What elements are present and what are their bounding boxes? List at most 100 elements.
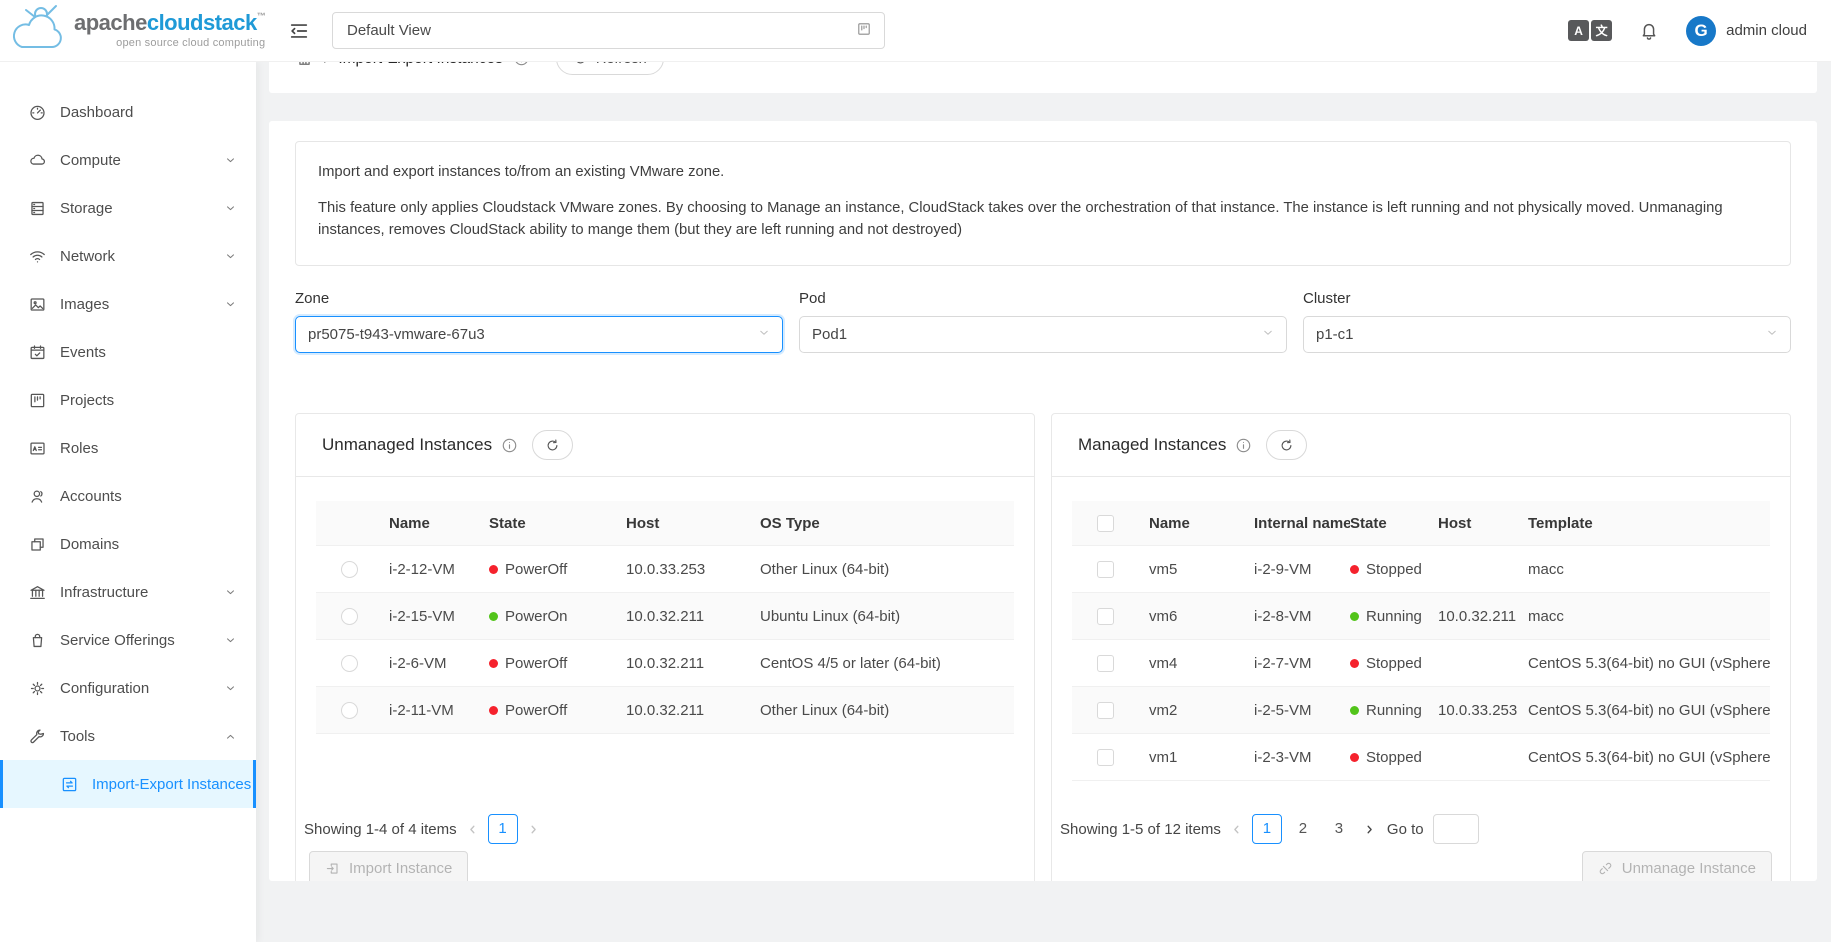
instance-name: vm5 bbox=[1149, 561, 1254, 578]
notifications-bell-icon[interactable] bbox=[1638, 20, 1660, 42]
user-menu[interactable]: G admin cloud bbox=[1686, 16, 1807, 46]
instance-state: Stopped bbox=[1350, 561, 1438, 578]
unmanaged-refresh-button[interactable] bbox=[532, 430, 573, 460]
instance-state: Running bbox=[1350, 608, 1438, 625]
status-dot bbox=[1350, 753, 1359, 762]
projects-icon bbox=[28, 391, 47, 410]
import-instance-button[interactable]: Import Instance bbox=[309, 851, 468, 881]
instance-os: Ubuntu Linux (64-bit) bbox=[760, 608, 1014, 625]
unmanaged-instances-title: Unmanaged Instances bbox=[322, 435, 492, 455]
pod-select[interactable]: Pod1 bbox=[799, 316, 1287, 353]
row-radio[interactable] bbox=[341, 702, 358, 719]
info-icon[interactable] bbox=[501, 437, 518, 454]
goto-label: Go to bbox=[1387, 821, 1424, 838]
column-header: Template bbox=[1528, 515, 1770, 532]
avatar[interactable]: G bbox=[1686, 16, 1716, 46]
sidebar-item-domains[interactable]: Domains bbox=[0, 520, 256, 568]
import-icon bbox=[325, 861, 340, 876]
row-checkbox[interactable] bbox=[1097, 655, 1114, 672]
managed-refresh-button[interactable] bbox=[1266, 430, 1307, 460]
row-radio[interactable] bbox=[341, 608, 358, 625]
tools-icon bbox=[28, 727, 47, 746]
prev-page-icon[interactable] bbox=[1230, 823, 1243, 836]
pod-filter: Pod Pod1 bbox=[799, 290, 1287, 353]
menu-fold-icon[interactable] bbox=[288, 20, 310, 42]
showing-items-text: Showing 1-5 of 12 items bbox=[1060, 821, 1221, 838]
table-row: i-2-11-VM PowerOff 10.0.32.211 Other Lin… bbox=[316, 687, 1014, 734]
sidebar-item-compute[interactable]: Compute bbox=[0, 136, 256, 184]
sidebar-item-dashboard[interactable]: Dashboard bbox=[0, 88, 256, 136]
roles-icon bbox=[28, 439, 47, 458]
next-page-icon[interactable] bbox=[1363, 823, 1376, 836]
zone-select[interactable]: pr5075-t943-vmware-67u3 bbox=[295, 316, 783, 353]
configuration-icon bbox=[28, 679, 47, 698]
row-checkbox[interactable] bbox=[1097, 749, 1114, 766]
sidebar-item-network[interactable]: Network bbox=[0, 232, 256, 280]
disconnect-icon bbox=[1598, 861, 1613, 876]
chevron-down-icon bbox=[225, 299, 236, 310]
sidebar-item-roles[interactable]: Roles bbox=[0, 424, 256, 472]
row-checkbox[interactable] bbox=[1097, 561, 1114, 578]
select-all-checkbox[interactable] bbox=[1097, 515, 1114, 532]
row-checkbox[interactable] bbox=[1097, 702, 1114, 719]
page-button[interactable]: 3 bbox=[1324, 814, 1354, 844]
logo-title: apachecloudstack™ bbox=[74, 12, 265, 34]
next-page-icon[interactable] bbox=[527, 823, 540, 836]
unmanage-instance-button[interactable]: Unmanage Instance bbox=[1582, 851, 1772, 881]
instance-host: 10.0.32.211 bbox=[626, 608, 760, 625]
prev-page-icon[interactable] bbox=[466, 823, 479, 836]
cluster-label: Cluster bbox=[1303, 290, 1791, 307]
unmanaged-instances-card: Unmanaged Instances bbox=[295, 413, 1035, 881]
sidebar-item-import-export-instances[interactable]: Import-Export Instances bbox=[0, 760, 256, 808]
info-icon[interactable] bbox=[1235, 437, 1252, 454]
managed-pagination: Showing 1-5 of 12 items 123 Go to bbox=[1060, 814, 1479, 844]
import-export-panel: Import and export instances to/from an e… bbox=[269, 121, 1817, 881]
table-row: vm5 i-2-9-VM Stopped macc bbox=[1072, 546, 1770, 593]
row-checkbox[interactable] bbox=[1097, 608, 1114, 625]
page-button[interactable]: 1 bbox=[1252, 814, 1282, 844]
description-line1: Import and export instances to/from an e… bbox=[318, 162, 1768, 183]
cluster-select[interactable]: p1-c1 bbox=[1303, 316, 1791, 353]
feature-description: Import and export instances to/from an e… bbox=[295, 141, 1791, 266]
import-export-icon bbox=[60, 775, 79, 794]
row-radio[interactable] bbox=[341, 561, 358, 578]
infrastructure-icon bbox=[28, 583, 47, 602]
goto-page-input[interactable] bbox=[1433, 814, 1479, 844]
cloudstack-logo: apachecloudstack™ open source cloud comp… bbox=[0, 0, 256, 62]
pod-label: Pod bbox=[799, 290, 1287, 307]
row-radio[interactable] bbox=[341, 655, 358, 672]
service-offerings-icon bbox=[28, 631, 47, 650]
instance-host: 10.0.32.211 bbox=[1438, 608, 1528, 625]
sidebar-item-configuration[interactable]: Configuration bbox=[0, 664, 256, 712]
instance-state: PowerOff bbox=[489, 702, 626, 719]
status-dot bbox=[1350, 706, 1359, 715]
sidebar-item-infrastructure[interactable]: Infrastructure bbox=[0, 568, 256, 616]
zone-label: Zone bbox=[295, 290, 783, 307]
instance-state: Stopped bbox=[1350, 655, 1438, 672]
sidebar-item-projects[interactable]: Projects bbox=[0, 376, 256, 424]
unmanage-instance-label: Unmanage Instance bbox=[1622, 860, 1756, 877]
page-button[interactable]: 2 bbox=[1288, 814, 1318, 844]
network-icon bbox=[28, 247, 47, 266]
column-header: Host bbox=[1438, 515, 1528, 532]
sidebar-item-events[interactable]: Events bbox=[0, 328, 256, 376]
instance-os: CentOS 4/5 or later (64-bit) bbox=[760, 655, 1014, 672]
sidebar-item-service-offerings[interactable]: Service Offerings bbox=[0, 616, 256, 664]
table-row: vm4 i-2-7-VM Stopped CentOS 5.3(64-bit) … bbox=[1072, 640, 1770, 687]
cluster-select-value: p1-c1 bbox=[1316, 326, 1354, 343]
sidebar-item-tools[interactable]: Tools bbox=[0, 712, 256, 760]
chevron-down-icon bbox=[758, 326, 770, 343]
language-icon[interactable]: A 文 bbox=[1568, 20, 1612, 41]
domains-icon bbox=[28, 535, 47, 554]
view-selector[interactable]: Default View bbox=[332, 12, 885, 49]
logo-tagline: open source cloud computing bbox=[74, 38, 265, 49]
zone-select-value: pr5075-t943-vmware-67u3 bbox=[308, 326, 485, 343]
sidebar-item-accounts[interactable]: Accounts bbox=[0, 472, 256, 520]
sidebar-menu: Dashboard Compute bbox=[0, 88, 256, 808]
instance-internal-name: i-2-3-VM bbox=[1254, 749, 1350, 766]
sidebar-item-storage[interactable]: Storage bbox=[0, 184, 256, 232]
sidebar-item-images[interactable]: Images bbox=[0, 280, 256, 328]
table-row: i-2-15-VM PowerOn 10.0.32.211 Ubuntu Lin… bbox=[316, 593, 1014, 640]
images-icon bbox=[28, 295, 47, 314]
page-button[interactable]: 1 bbox=[488, 814, 518, 844]
